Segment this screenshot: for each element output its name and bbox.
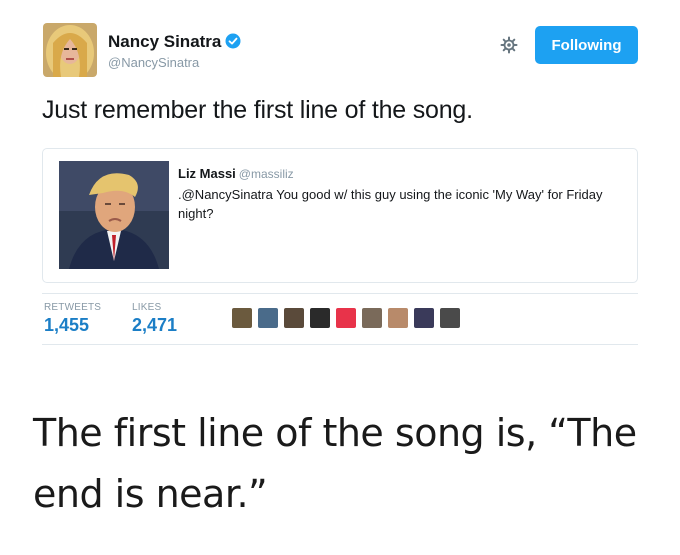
likes-label: LIKES [132, 302, 162, 313]
retweets-stat[interactable]: RETWEETS 1,455 [44, 302, 101, 336]
liker-avatar[interactable] [258, 308, 278, 328]
quoted-author-handle[interactable]: @massiliz [239, 167, 294, 181]
liker-avatars [232, 308, 460, 328]
liker-avatar[interactable] [414, 308, 434, 328]
author-handle[interactable]: @NancySinatra [108, 55, 199, 70]
liker-avatar[interactable] [232, 308, 252, 328]
liker-avatar[interactable] [362, 308, 382, 328]
author-name[interactable]: Nancy Sinatra [108, 32, 221, 51]
quoted-tweet-image [59, 161, 169, 269]
gear-icon[interactable] [500, 36, 518, 54]
liker-avatar[interactable] [310, 308, 330, 328]
verified-badge-icon [225, 33, 241, 54]
quoted-author-name[interactable]: Liz Massi [178, 166, 236, 181]
author-avatar[interactable] [43, 23, 97, 77]
liker-avatar[interactable] [388, 308, 408, 328]
tweet-stats: RETWEETS 1,455 LIKES 2,471 [42, 293, 638, 345]
retweets-label: RETWEETS [44, 302, 102, 313]
following-button[interactable]: Following [535, 26, 638, 64]
likes-stat[interactable]: LIKES 2,471 [132, 302, 177, 336]
tweet-text: Just remember the first line of the song… [42, 96, 473, 124]
author-name-row[interactable]: Nancy Sinatra [108, 32, 241, 54]
quoted-tweet-text: .@NancySinatra You good w/ this guy usin… [178, 187, 603, 221]
liker-avatar[interactable] [284, 308, 304, 328]
caption-text: The first line of the song is, “The end … [33, 411, 637, 516]
liker-avatar[interactable] [440, 308, 460, 328]
quoted-tweet-card[interactable]: Liz Massi @massiliz .@NancySinatra You go… [42, 148, 638, 283]
likes-count: 2,471 [132, 315, 178, 335]
liker-avatar[interactable] [336, 308, 356, 328]
quoted-author[interactable]: Liz Massi @massiliz [178, 165, 294, 183]
retweets-count: 1,455 [44, 315, 90, 335]
